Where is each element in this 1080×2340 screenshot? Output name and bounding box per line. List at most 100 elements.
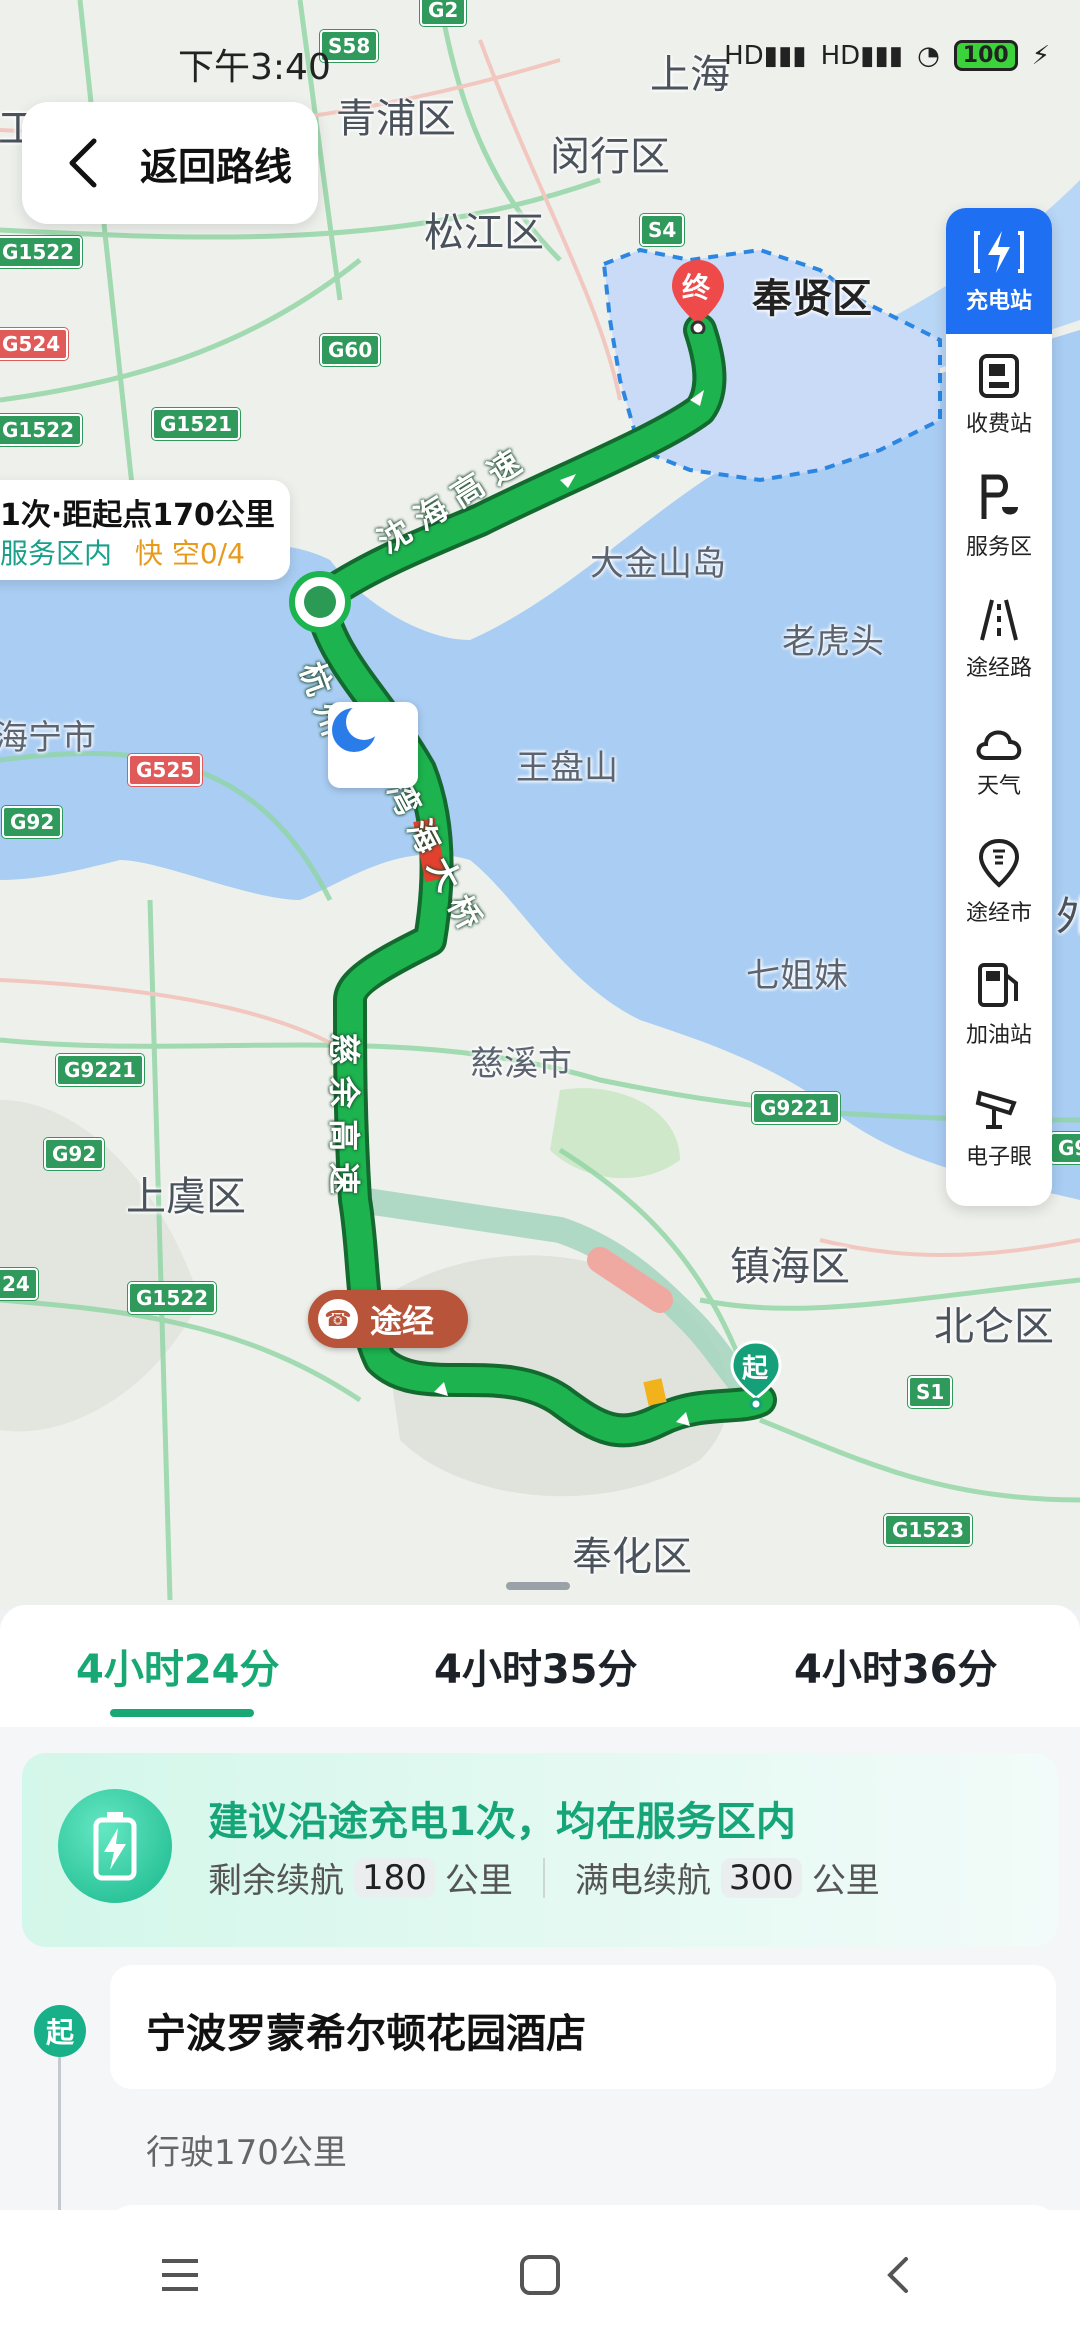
wifi-icon: ◔: [917, 40, 940, 71]
shield-g1523: G1523: [884, 1514, 973, 1546]
remaining-range-unit: 公里: [444, 1861, 513, 1901]
place-fenghua: 奉化区: [572, 1534, 692, 1580]
back-icon: [887, 2257, 908, 2293]
range-info: 剩余续航 180 公里 满电续航 300 公里: [208, 1853, 880, 1902]
shield-g1522: G1522: [0, 236, 83, 268]
shield-g1521: G1521: [152, 408, 241, 440]
battery-icon: 100: [953, 40, 1018, 71]
shield-g92: G92: [2, 806, 63, 838]
shield-g92-c: G92: [1050, 1132, 1080, 1164]
rail-label-fuel: 加油站: [965, 1023, 1032, 1048]
rail-charging-station[interactable]: 充电站: [946, 208, 1052, 334]
chevron-left-icon: [69, 138, 97, 188]
rail-label-weather: 天气: [976, 774, 1021, 799]
rail-service-area[interactable]: 服务区: [946, 456, 1052, 578]
shield-g524: G524: [0, 328, 69, 360]
back-button[interactable]: [855, 2230, 945, 2320]
place-qingpu: 青浦区: [336, 96, 456, 142]
place-wangpanshan: 王盘山: [516, 748, 618, 788]
place-shangyu: 上虞区: [126, 1174, 246, 1220]
rail-label-road: 途经路: [965, 656, 1032, 681]
camera-icon: [975, 1090, 1017, 1129]
start-location-name: 宁波罗蒙希尔顿花园酒店: [146, 2011, 586, 2057]
place-beilun: 北仑区: [934, 1304, 1054, 1350]
start-location-card[interactable]: 宁波罗蒙希尔顿花园酒店: [110, 1965, 1056, 2089]
status-time: 下午3:40: [178, 47, 331, 88]
charging-stop-availability: 快 空0/4: [134, 537, 245, 570]
moon-icon: [332, 704, 382, 752]
charging-suggestion-title: 建议沿途充电1次，均在服务区内: [208, 1799, 796, 1845]
signal-2-icon: HD▮▮▮: [820, 40, 904, 71]
place-qijiemei: 七姐妹: [746, 956, 848, 996]
battery-charge-icon: [58, 1789, 172, 1903]
cloud-icon: [976, 730, 1022, 760]
rail-weather[interactable]: 天气: [946, 700, 1052, 822]
fuel-icon: [978, 963, 1018, 1007]
shield-g9221-b: G9221: [752, 1092, 841, 1124]
shield-g1522c: G1522: [128, 1282, 217, 1314]
tab-route-3[interactable]: 4小时36分: [794, 1637, 998, 1695]
rail-toll-station[interactable]: 收费站: [946, 334, 1052, 456]
sheet-drag-handle[interactable]: [506, 1582, 570, 1590]
charging-suggestion-card[interactable]: 建议沿途充电1次，均在服务区内 剩余续航 180 公里 满电续航 300 公里: [22, 1753, 1058, 1947]
map-tool-rail: 充电站 收费站 服务区 途经路 天气 途经市 加油站 电子眼: [946, 208, 1052, 1206]
place-wai: 外: [1056, 894, 1080, 940]
rail-via-city[interactable]: 途经市: [946, 822, 1052, 944]
home-button[interactable]: [495, 2230, 585, 2320]
start-point-badge: 起: [34, 2005, 86, 2057]
via-point-tag[interactable]: ☎ 途经: [308, 1290, 468, 1348]
toll-icon: ☎: [318, 1299, 358, 1339]
rail-label-toll: 收费站: [965, 412, 1032, 437]
night-mode-card[interactable]: [328, 702, 418, 788]
via-point-label: 途经: [370, 1302, 435, 1340]
full-range-label: 满电续航: [574, 1861, 711, 1901]
active-tab-indicator: [110, 1709, 254, 1717]
place-haining: 海宁市: [0, 718, 96, 758]
charging-stop-card[interactable]: 1次·距起点170公里 服务区内 快 空0/4: [0, 480, 290, 580]
rail-label-charging: 充电站: [965, 289, 1032, 314]
city-icon: [978, 839, 1020, 888]
lightning-icon: [974, 231, 1024, 273]
route-tabs: 4小时24分 4小时35分 4小时36分: [0, 1605, 1080, 1727]
place-dajinshan: 大金山岛: [590, 544, 726, 584]
place-minhang: 闵行区: [550, 134, 670, 180]
road-icon: [980, 599, 1018, 641]
signal-1-icon: HD▮▮▮: [724, 40, 807, 71]
status-icons: HD▮▮▮ HD▮▮▮ ◔ 100 ⚡: [724, 40, 1050, 71]
charging-icon: ⚡: [1031, 40, 1050, 71]
road-label-ciyu: 慈 余 高 速: [325, 1033, 363, 1195]
shield-g9221: G9221: [56, 1054, 145, 1086]
menu-button[interactable]: [135, 2230, 225, 2320]
shield-g60: G60: [320, 334, 381, 366]
rail-speed-camera[interactable]: 电子眼: [946, 1066, 1052, 1188]
shield-24: 24: [0, 1268, 38, 1300]
rail-via-road[interactable]: 途经路: [946, 578, 1052, 700]
remaining-range-value: 180: [354, 1857, 435, 1898]
shield-g2: G2: [420, 0, 467, 26]
rail-label-city: 途经市: [965, 901, 1032, 926]
range-divider: [542, 1857, 545, 1898]
shield-g1522b: G1522: [0, 414, 83, 446]
rail-label-camera: 电子眼: [965, 1145, 1032, 1170]
place-songjiang: 松江区: [424, 210, 544, 256]
full-range-unit: 公里: [811, 1861, 880, 1901]
shield-g92-b: G92: [44, 1138, 105, 1170]
rail-gas-station[interactable]: 加油站: [946, 944, 1052, 1066]
tollbooth-icon: [979, 354, 1019, 398]
place-cixi: 慈溪市: [470, 1044, 572, 1084]
charging-stop-title: 1次·距起点170公里: [0, 498, 275, 533]
start-marker[interactable]: 起: [730, 1340, 782, 1410]
tab-route-1[interactable]: 4小时24分: [76, 1637, 280, 1695]
destination-marker[interactable]: 终: [668, 258, 728, 334]
tab-route-2[interactable]: 4小时35分: [434, 1637, 638, 1695]
place-laohutou: 老虎头: [782, 622, 884, 662]
place-zhenhai: 镇海区: [730, 1244, 850, 1290]
back-label: 返回路线: [140, 144, 293, 189]
start-marker-label: 起: [742, 1354, 769, 1384]
map-view[interactable]: 青浦区 闵行区 松江区 奉贤区 大金山岛 老虎头 王盘山 海宁市 七姐妹 慈溪市…: [0, 0, 1080, 1610]
shield-g525: G525: [128, 754, 203, 786]
rail-label-service: 服务区: [965, 535, 1032, 560]
charging-stop-location: 服务区内: [0, 537, 113, 570]
back-to-routes-button[interactable]: 返回路线: [22, 102, 318, 224]
shield-s1: S1: [908, 1376, 953, 1408]
